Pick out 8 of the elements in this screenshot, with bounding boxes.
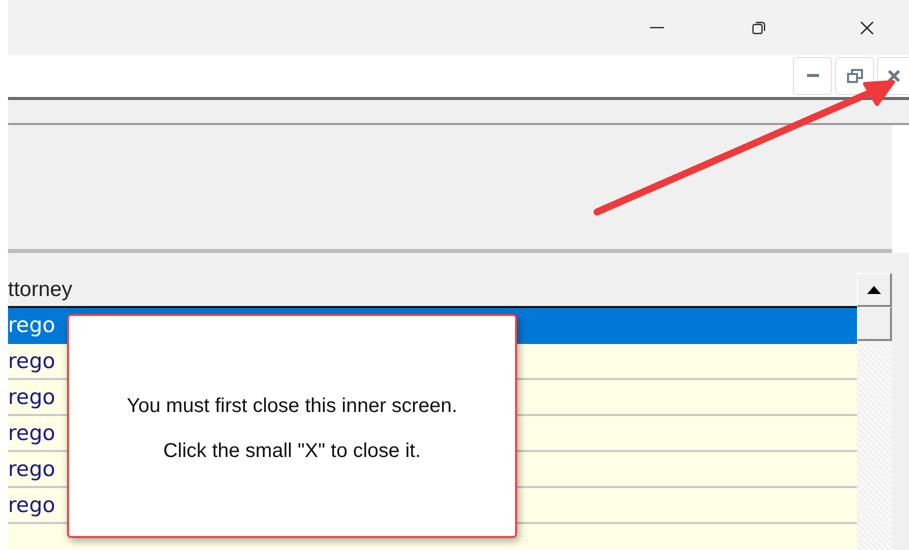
message-text: Click the small "X" to close it. <box>163 440 421 463</box>
table-cell: rego <box>8 349 56 373</box>
table-cell: rego <box>8 493 56 517</box>
table-cell: rego <box>8 421 56 445</box>
table-cell: rego <box>8 385 56 409</box>
table-cell: rego <box>8 457 56 481</box>
message-text: You must first close this inner screen. <box>126 395 458 418</box>
table-cell: rego <box>8 313 56 337</box>
